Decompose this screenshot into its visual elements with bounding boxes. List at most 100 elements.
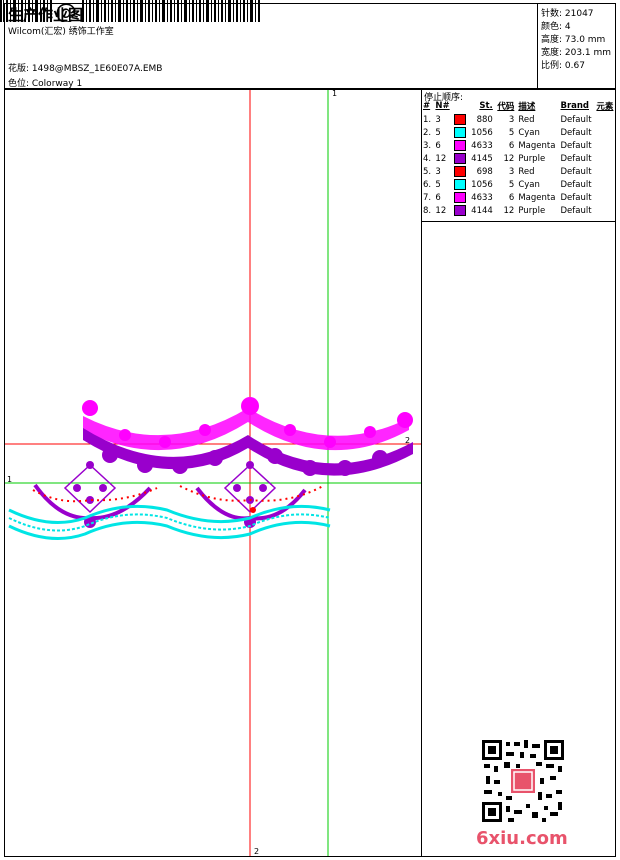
purple-flower — [102, 447, 118, 463]
design-scale: 比例: 0.67 — [541, 61, 585, 71]
row-description: Purple — [518, 205, 546, 216]
row-description: Red — [518, 114, 535, 125]
row-color-swatch — [452, 152, 468, 165]
col-header-stitches: St. — [479, 101, 493, 111]
magenta-flower — [199, 424, 211, 436]
row-color-swatch — [452, 139, 468, 152]
color-swatch-icon — [454, 179, 467, 190]
row-brand: Default — [560, 127, 592, 138]
row-description: Cyan — [518, 179, 540, 190]
row-brand: Default — [560, 140, 592, 151]
row-element — [594, 165, 616, 178]
purple-flower — [137, 457, 153, 473]
row-needle: 5 — [435, 127, 441, 138]
row-index: 7. — [423, 192, 432, 203]
guide-label-h-right: 2 — [405, 436, 410, 445]
magenta-flower — [284, 424, 296, 436]
row-stitches: 698 — [476, 166, 493, 177]
magenta-flower — [324, 436, 336, 448]
row-color-swatch — [452, 204, 468, 217]
row-color-swatch — [452, 191, 468, 204]
row-brand: Default — [560, 179, 592, 190]
row-code: 3 — [508, 114, 515, 125]
color-swatch-icon — [454, 166, 467, 177]
row-element — [594, 126, 616, 139]
color-swatch-icon — [454, 127, 467, 138]
red-dot — [250, 507, 256, 513]
stitch-count: 针数: 21047 — [541, 9, 594, 19]
row-brand: Default — [560, 205, 592, 216]
row-needle: 3 — [435, 114, 441, 125]
col-header-code: 代码 — [497, 102, 515, 112]
row-needle: 3 — [435, 166, 441, 177]
page-title: 生产作业图 — [8, 6, 84, 24]
purple-flower — [337, 460, 353, 476]
color-swatch-icon — [454, 114, 467, 125]
color-count: 颜色: 4 — [541, 22, 571, 32]
magenta-flower — [159, 436, 171, 448]
guide-label-green-top: 1 — [332, 90, 337, 98]
row-index: 6. — [423, 179, 432, 190]
row-brand: Default — [560, 166, 592, 177]
row-color-swatch — [452, 178, 468, 191]
row-stitches: 880 — [476, 114, 493, 125]
col-header-brand: Brand — [560, 101, 590, 111]
row-stitches: 1056 — [471, 127, 493, 138]
row-needle: 6 — [435, 192, 441, 203]
row-stitches: 4145 — [471, 153, 493, 164]
color-swatch-icon — [454, 192, 467, 203]
purple-motif-dot — [86, 461, 94, 469]
row-stitches: 4633 — [471, 192, 493, 203]
row-code: 6 — [508, 192, 515, 203]
row-code: 12 — [503, 153, 515, 164]
qr-code-icon — [480, 738, 566, 824]
row-description: Cyan — [518, 127, 540, 138]
embroidery-preview: 1 2 1 2 — [5, 90, 421, 856]
col-header-needle: N# — [435, 101, 450, 111]
purple-motif-dot — [99, 484, 107, 492]
row-color-swatch — [452, 165, 468, 178]
purple-motif-dot — [233, 484, 241, 492]
table-row: 5. 3 698 3 Red Default — [421, 165, 616, 178]
row-element — [594, 113, 616, 126]
row-index: 4. — [423, 153, 432, 164]
col-header-color — [452, 99, 468, 113]
row-element — [594, 178, 616, 191]
row-brand: Default — [560, 192, 592, 203]
row-needle: 5 — [435, 179, 441, 190]
guide-label-red-bottom: 2 — [254, 847, 259, 856]
color-swatch-icon — [454, 153, 467, 164]
table-divider — [421, 221, 616, 222]
row-code: 5 — [508, 179, 515, 190]
table-row: 4. 12 4145 12 Purple Default — [421, 152, 616, 165]
col-header-description: 描述 — [518, 102, 536, 112]
row-color-swatch — [452, 126, 468, 139]
row-description: Magenta — [518, 140, 556, 151]
row-brand: Default — [560, 114, 592, 125]
magenta-flower — [82, 400, 98, 416]
purple-motif-dot — [259, 484, 267, 492]
row-index: 5. — [423, 166, 432, 177]
row-description: Purple — [518, 153, 546, 164]
table-row: 8. 12 4144 12 Purple Default — [421, 204, 616, 217]
col-header-element: 元素 — [596, 102, 614, 112]
info-divider — [537, 3, 538, 89]
magenta-flower — [119, 429, 131, 441]
row-code: 6 — [508, 140, 515, 151]
colorway-label: 色位: Colorway 1 — [8, 79, 83, 89]
purple-motif-dot — [246, 461, 254, 469]
col-header-index: # — [423, 101, 431, 111]
row-index: 1. — [423, 114, 432, 125]
row-element — [594, 139, 616, 152]
table-header-row: # N# St. 代码 描述 Brand 元素 — [421, 99, 616, 113]
row-element — [594, 191, 616, 204]
table-row: 2. 5 1056 5 Cyan Default — [421, 126, 616, 139]
row-stitches: 4633 — [471, 140, 493, 151]
color-swatch-icon — [454, 205, 467, 216]
row-color-swatch — [452, 113, 468, 126]
purple-flower — [267, 448, 283, 464]
magenta-flower — [364, 426, 376, 438]
row-code: 5 — [508, 127, 515, 138]
watermark-logo: 6xiu.com — [476, 828, 568, 849]
row-needle: 12 — [435, 205, 447, 216]
